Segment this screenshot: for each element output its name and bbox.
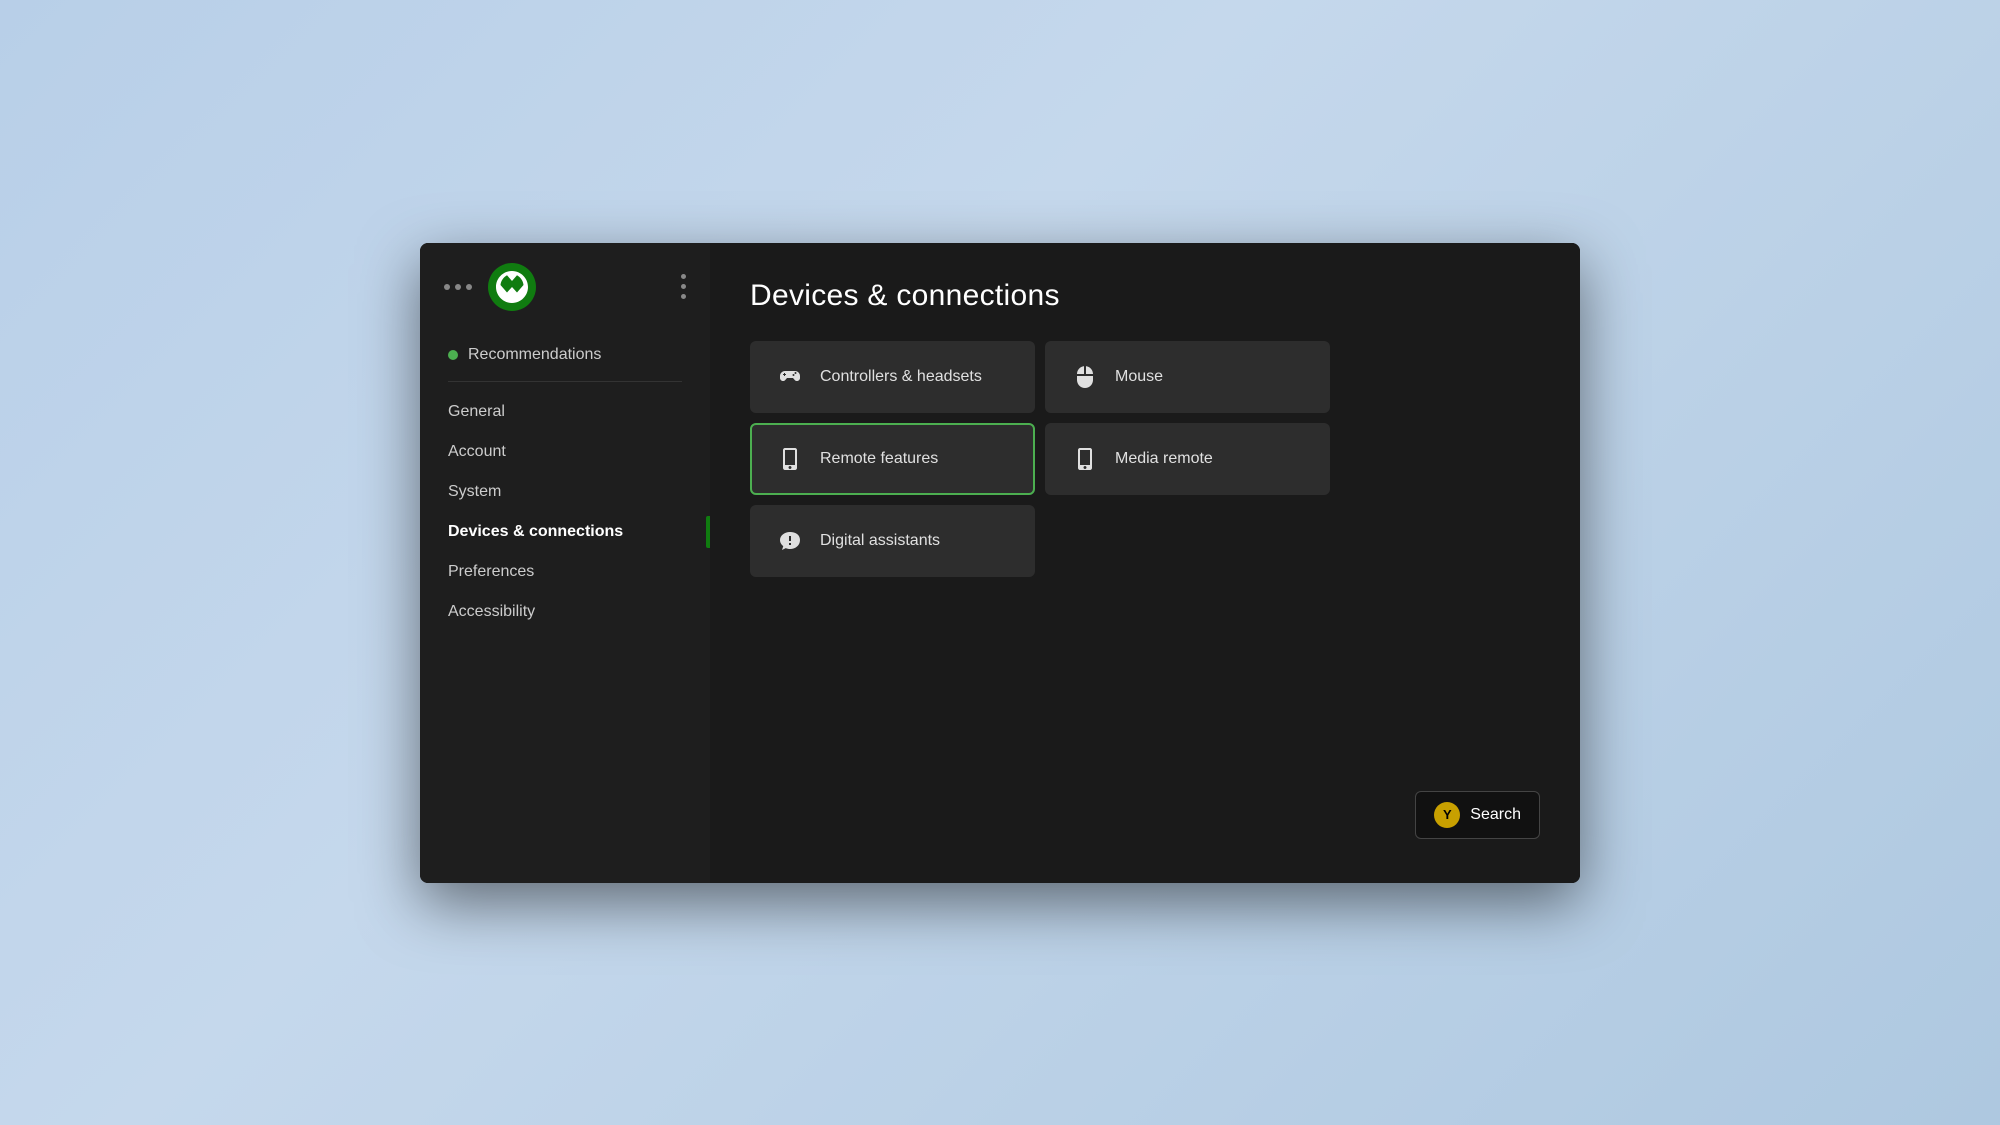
sidebar: Recommendations General Account System D…: [420, 243, 710, 883]
sidebar-item-preferences[interactable]: Preferences: [420, 552, 710, 592]
remote-features-label: Remote features: [820, 450, 938, 468]
main-content: Devices & connections Controllers & head…: [710, 243, 1580, 883]
sidebar-item-system[interactable]: System: [420, 472, 710, 512]
dot-1: [444, 284, 450, 290]
xbox-logo: [488, 263, 536, 311]
controllers-label: Controllers & headsets: [820, 368, 982, 386]
search-button[interactable]: Y Search: [1415, 791, 1540, 839]
mouse-icon: [1071, 363, 1099, 391]
dot-2: [455, 284, 461, 290]
sidebar-item-accessibility[interactable]: Accessibility: [420, 592, 710, 632]
sidebar-nav: Recommendations General Account System D…: [420, 327, 710, 640]
menu-dot-1: [681, 274, 686, 279]
mouse-label: Mouse: [1115, 368, 1163, 386]
dots-menu: [444, 284, 472, 290]
controller-icon: [776, 363, 804, 391]
search-label: Search: [1470, 806, 1521, 824]
grid-item-mouse[interactable]: Mouse: [1045, 341, 1330, 413]
recommendations-dot: [448, 350, 458, 360]
devices-grid: Controllers & headsets Mouse Remot: [750, 341, 1330, 577]
sidebar-header: [420, 243, 710, 327]
settings-window: Recommendations General Account System D…: [420, 243, 1580, 883]
sidebar-item-devices[interactable]: Devices & connections: [420, 512, 710, 552]
menu-dots[interactable]: [681, 274, 686, 299]
menu-dot-3: [681, 294, 686, 299]
sidebar-item-general[interactable]: General: [420, 392, 710, 432]
remote-icon: [776, 445, 804, 473]
digital-assistants-label: Digital assistants: [820, 532, 940, 550]
dot-3: [466, 284, 472, 290]
menu-dot-2: [681, 284, 686, 289]
y-button-icon: Y: [1434, 802, 1460, 828]
media-remote-label: Media remote: [1115, 450, 1213, 468]
nav-separator: [448, 381, 682, 382]
sidebar-item-account[interactable]: Account: [420, 432, 710, 472]
grid-item-media-remote[interactable]: Media remote: [1045, 423, 1330, 495]
assistant-icon: [776, 527, 804, 555]
sidebar-item-recommendations[interactable]: Recommendations: [420, 335, 710, 375]
grid-item-digital-assistants[interactable]: Digital assistants: [750, 505, 1035, 577]
page-title: Devices & connections: [750, 279, 1540, 313]
grid-item-remote-features[interactable]: Remote features: [750, 423, 1035, 495]
grid-item-controllers[interactable]: Controllers & headsets: [750, 341, 1035, 413]
media-remote-icon: [1071, 445, 1099, 473]
